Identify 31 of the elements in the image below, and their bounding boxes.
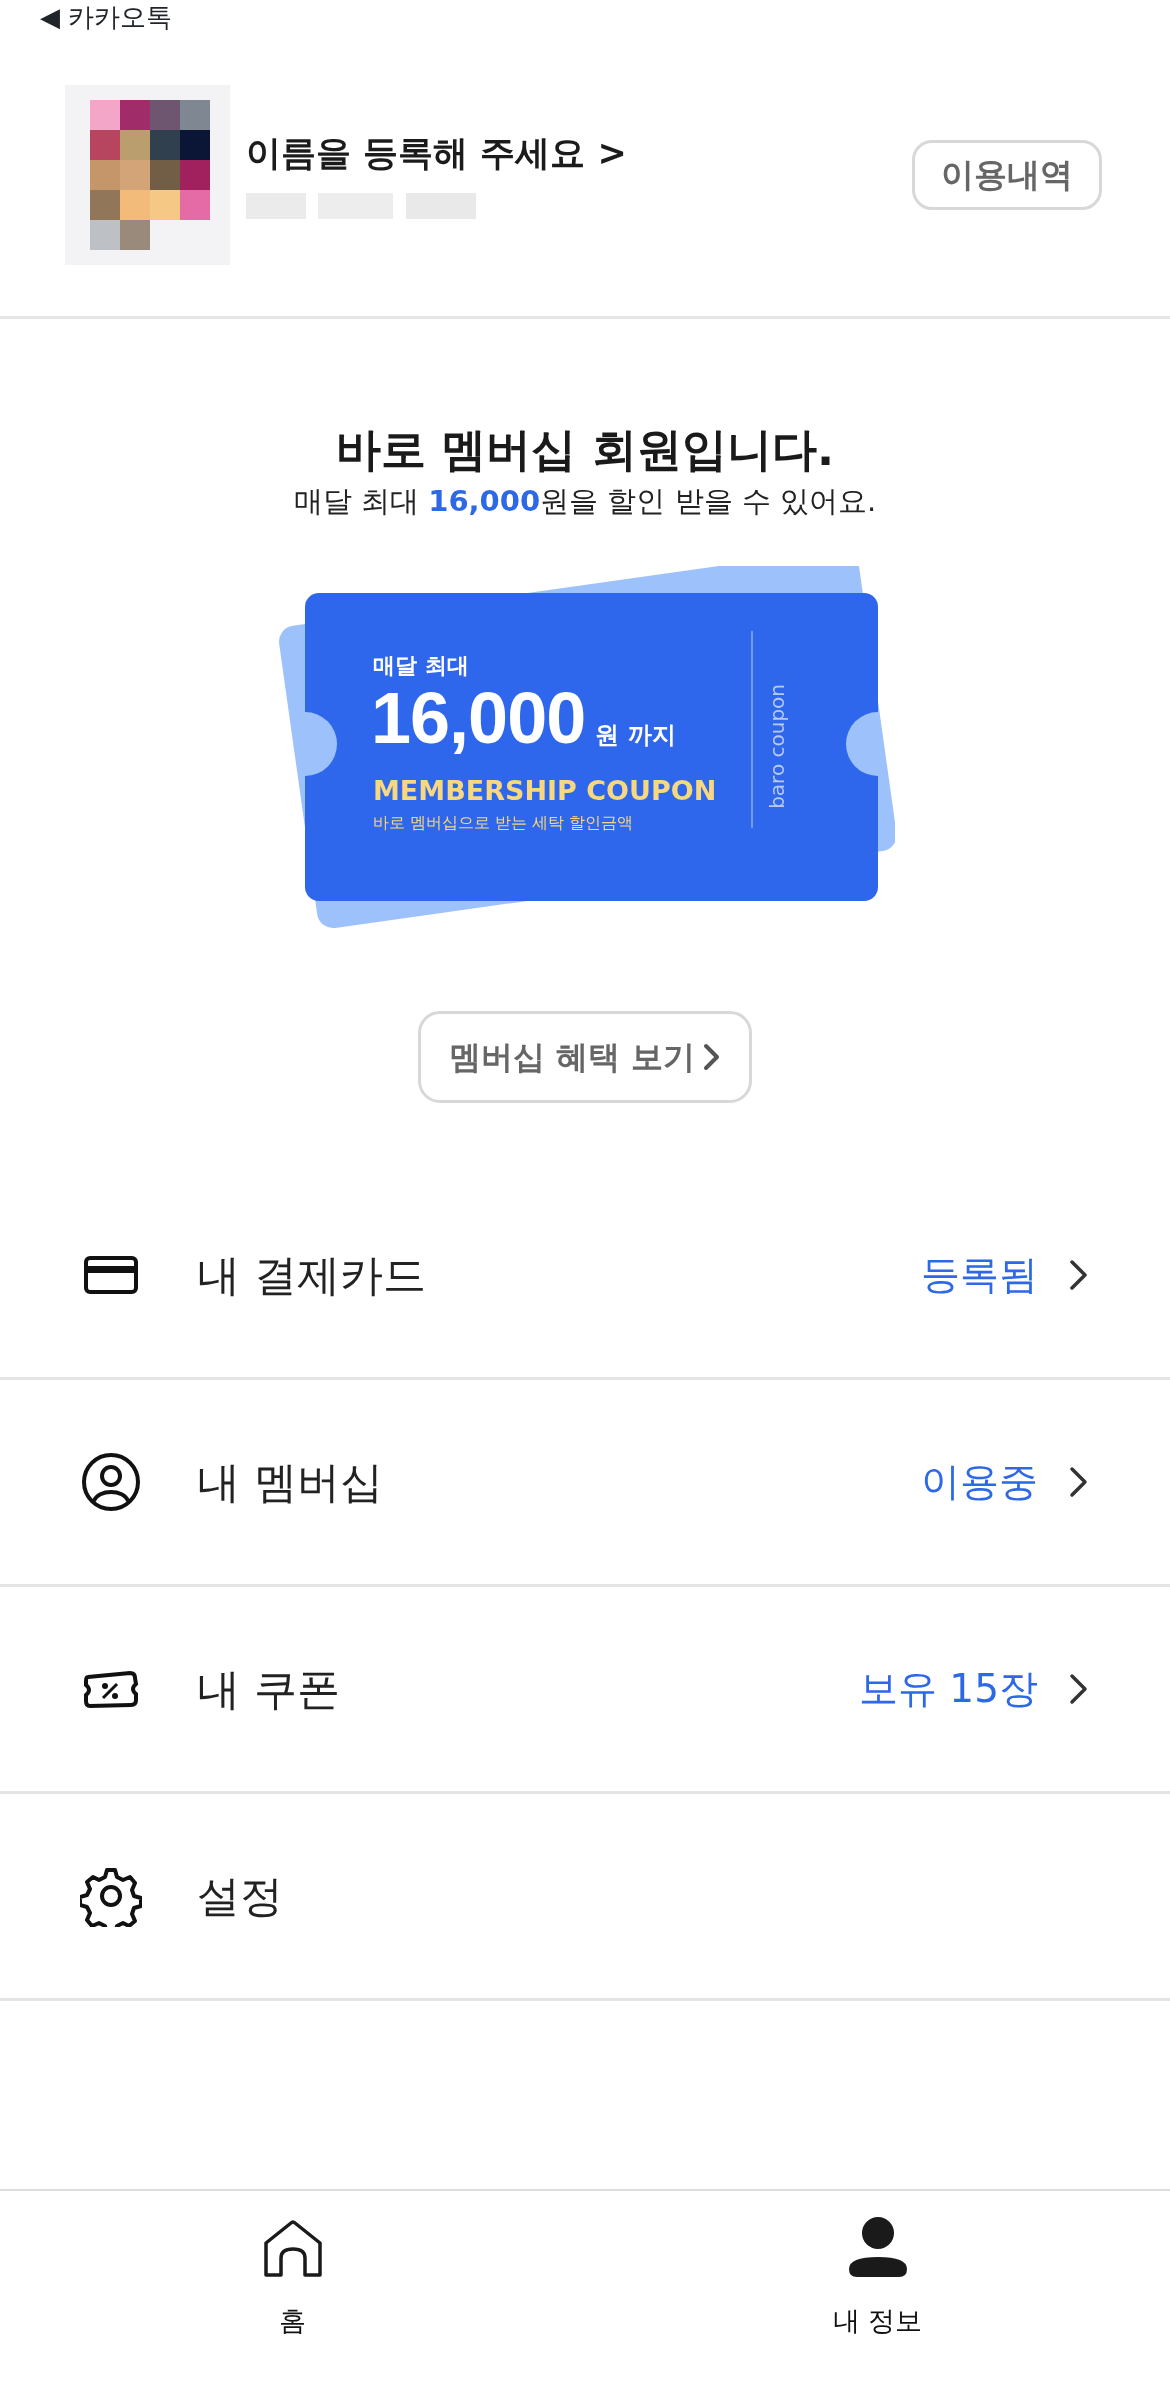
menu-label: 내 결제카드	[197, 1248, 426, 1302]
coupon-label: 매달 최대	[373, 652, 469, 680]
membership-subtitle: 매달 최대 16,000원을 할인 받을 수 있어요.	[293, 483, 877, 520]
coupon-side-text: baro coupon	[765, 684, 789, 809]
menu-value: 이용중	[921, 1457, 1038, 1506]
coupon-title: MEMBERSHIP COUPON	[373, 774, 717, 808]
menu-label: 내 쿠폰	[197, 1662, 340, 1716]
settings-icon	[80, 1865, 142, 1927]
menu-item[interactable]: 내 쿠폰 보유 15장	[0, 1587, 1170, 1794]
name-prompt[interactable]: 이름을 등록해 주세요 >	[246, 126, 912, 180]
menu-label: 설정	[197, 1869, 283, 1923]
menu-item[interactable]: 내 결제카드 등록됨	[0, 1173, 1170, 1380]
menu-item[interactable]: 설정	[0, 1794, 1170, 2001]
coupon-unit: 원 까지	[595, 720, 676, 750]
menu-label: 내 멤버십	[197, 1455, 383, 1509]
user-circle-icon	[80, 1451, 142, 1513]
coupon-caption: 바로 멤버십으로 받는 세탁 할인금액	[373, 812, 634, 834]
coupon-amount: 16,000	[371, 677, 586, 760]
menu-item[interactable]: 내 멤버십 이용중	[0, 1380, 1170, 1587]
menu-value: 등록됨	[921, 1250, 1038, 1299]
nav-tab[interactable]: 내 정보	[585, 2191, 1170, 2385]
chevron-icon	[1068, 1465, 1090, 1499]
chevron-icon	[703, 1043, 722, 1071]
chevron-icon	[1068, 1258, 1090, 1292]
menu-value: 보유 15장	[858, 1664, 1038, 1713]
nav-tab[interactable]: 홈	[0, 2191, 585, 2385]
membership-title: 바로 멤버십 회원입니다.	[335, 422, 835, 478]
back-link[interactable]: ◀ 카카오톡	[40, 2, 173, 32]
history-button[interactable]: 이용내역	[912, 140, 1102, 210]
chevron-icon	[1068, 1672, 1090, 1706]
benefits-button[interactable]: 멤버십 혜택 보기	[417, 1011, 753, 1103]
